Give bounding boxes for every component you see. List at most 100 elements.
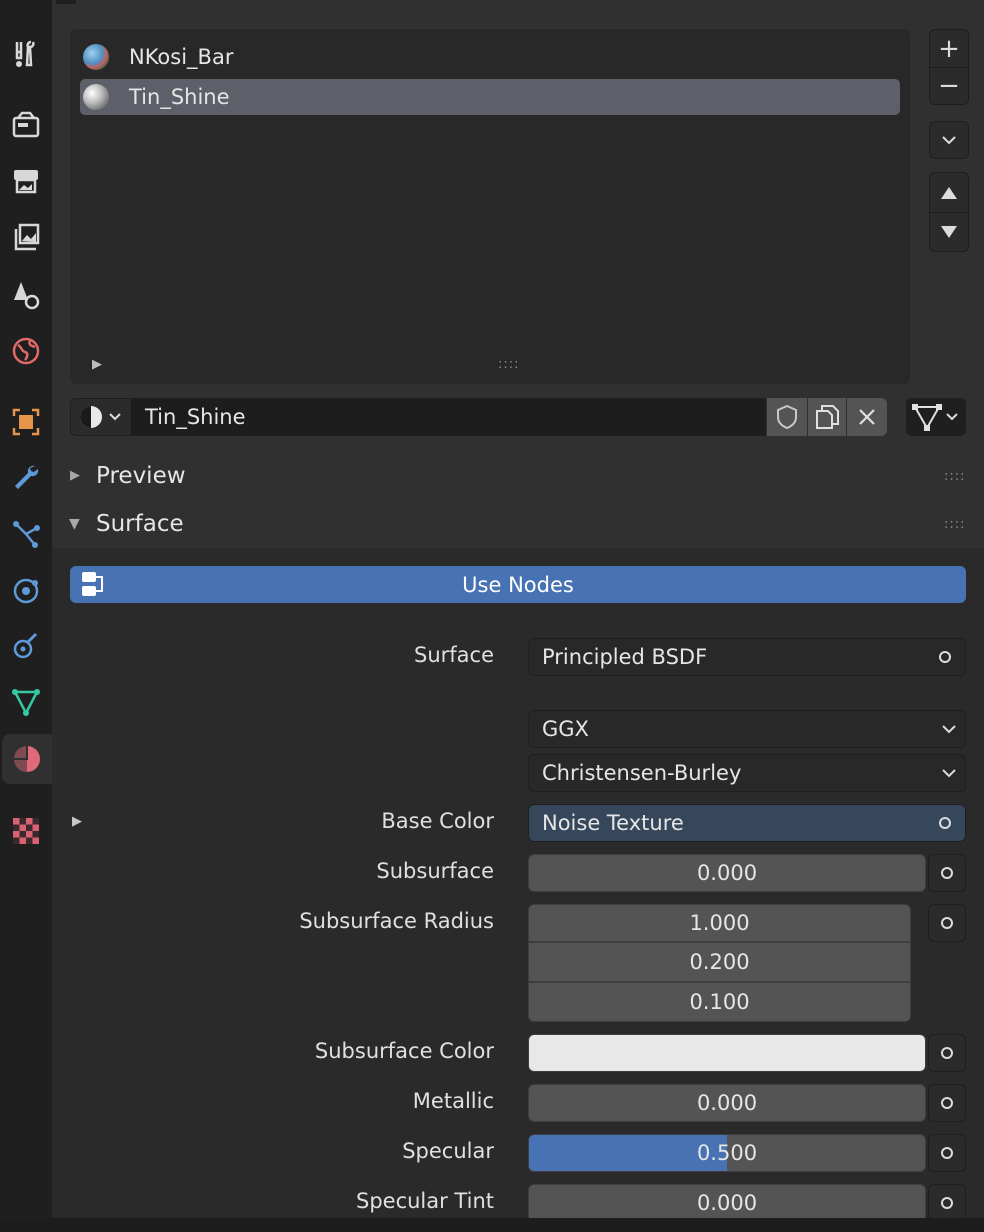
specular-slider[interactable]: 0.500 — [528, 1134, 926, 1172]
subsurface-radius-z[interactable]: 0.100 — [528, 982, 911, 1022]
image-stack-icon — [14, 223, 40, 251]
tool-tab[interactable] — [0, 30, 52, 80]
scene-tab[interactable] — [0, 270, 52, 320]
globe-material-icon — [83, 44, 109, 70]
subsurface-color-socket-button[interactable] — [928, 1034, 966, 1072]
surface-collapse-icon[interactable]: ▼ — [69, 516, 80, 532]
unlink-material-button[interactable] — [847, 398, 887, 436]
surface-label: Surface — [413, 643, 494, 667]
subsurface-value: 0.000 — [696, 861, 758, 885]
subsurface-label: Subsurface — [376, 859, 494, 883]
list-item[interactable]: NKosi_Bar — [80, 39, 900, 75]
world-globe-icon — [12, 337, 40, 365]
modifier-tab[interactable] — [0, 453, 52, 503]
grey-sphere-material-icon — [83, 84, 109, 110]
resize-grip-icon[interactable]: :::: — [498, 357, 520, 372]
distribution-value: GGX — [542, 717, 589, 741]
metallic-socket-button[interactable] — [928, 1084, 966, 1122]
surface-header-bar — [52, 502, 984, 548]
socket-icon — [941, 1097, 953, 1109]
material-name-text: Tin_Shine — [145, 405, 246, 429]
base-color-link-field[interactable]: Noise Texture — [528, 804, 966, 842]
duplicate-icon — [816, 405, 839, 429]
triangle-up-icon — [941, 186, 957, 199]
data-tab[interactable] — [0, 677, 52, 727]
subsurface-color-swatch[interactable] — [528, 1034, 926, 1072]
subsurface-slider[interactable]: 0.000 — [528, 854, 926, 892]
object-square-icon — [12, 408, 40, 436]
metallic-slider[interactable]: 0.000 — [528, 1084, 926, 1122]
particles-tab[interactable] — [0, 509, 52, 559]
specular-socket-button[interactable] — [928, 1134, 966, 1172]
chevron-down-icon — [942, 725, 956, 734]
view-layer-tab[interactable] — [0, 212, 52, 262]
base-color-value: Noise Texture — [542, 811, 684, 835]
camera-back-icon — [12, 111, 40, 138]
subsurface-socket-button[interactable] — [928, 854, 966, 892]
world-tab[interactable] — [0, 326, 52, 376]
material-slot-list[interactable]: NKosi_Bar Tin_Shine ▶ :::: — [70, 29, 910, 384]
specials-menu-button[interactable] — [929, 121, 969, 159]
panel-grip-icon[interactable]: :::: — [944, 517, 966, 532]
shield-icon — [777, 404, 797, 430]
subsurface-radius-x[interactable]: 1.000 — [528, 904, 911, 942]
subsurface-color-label: Subsurface Color — [314, 1039, 494, 1063]
preview-expand-icon[interactable]: ▶ — [70, 468, 80, 483]
socket-icon — [939, 651, 951, 663]
radius-z-value: 0.100 — [689, 990, 750, 1014]
mesh-link-icon — [912, 404, 958, 431]
browse-material-button[interactable] — [70, 398, 132, 436]
physics-tab[interactable] — [0, 565, 52, 615]
move-up-button[interactable] — [940, 174, 958, 212]
subsurface-radius-y[interactable]: 0.200 — [528, 942, 911, 982]
panel-grip-icon[interactable]: :::: — [944, 469, 966, 484]
base-color-expand-icon[interactable]: ▶ — [72, 814, 82, 829]
node-tree-icon — [82, 572, 103, 596]
socket-icon — [941, 1147, 953, 1159]
radius-y-value: 0.200 — [689, 950, 750, 974]
particles-icon — [13, 521, 40, 548]
properties-tab-column — [0, 0, 52, 1232]
distribution-dropdown[interactable]: GGX — [528, 710, 966, 748]
list-item-selected[interactable]: Tin_Shine — [80, 79, 900, 115]
scene-cone-sphere-icon — [14, 282, 40, 310]
use-nodes-button[interactable]: Use Nodes — [70, 566, 966, 603]
duplicate-material-button[interactable] — [808, 398, 846, 436]
expand-filter-icon[interactable]: ▶ — [92, 357, 102, 372]
fake-user-button[interactable] — [767, 398, 807, 436]
material-name-field[interactable]: Tin_Shine — [132, 398, 766, 436]
texture-tab[interactable] — [0, 806, 52, 856]
object-tab[interactable] — [0, 397, 52, 447]
surface-panel-header[interactable]: Surface — [96, 511, 184, 537]
use-nodes-label: Use Nodes — [462, 572, 574, 597]
remove-slot-button[interactable]: − — [938, 68, 960, 104]
constraints-tab[interactable] — [0, 621, 52, 671]
socket-icon — [941, 1047, 953, 1059]
socket-icon — [941, 867, 953, 879]
checker-texture-icon — [13, 818, 39, 844]
header-edge — [56, 0, 76, 4]
radius-x-value: 1.000 — [689, 911, 750, 935]
chevron-down-icon — [942, 769, 956, 778]
preview-panel-header[interactable]: Preview — [96, 463, 186, 489]
socket-icon — [939, 817, 951, 829]
specular-label: Specular — [402, 1139, 494, 1163]
material-tab[interactable] — [2, 734, 52, 784]
output-tab[interactable] — [0, 156, 52, 206]
add-slot-button[interactable]: + — [938, 31, 960, 67]
link-type-menu[interactable] — [906, 398, 966, 436]
subsurface-method-dropdown[interactable]: Christensen-Burley — [528, 754, 966, 792]
move-down-button[interactable] — [940, 213, 958, 251]
socket-icon — [941, 1197, 953, 1209]
subsurface-radius-socket-button[interactable] — [928, 904, 966, 942]
render-tab[interactable] — [0, 100, 52, 150]
specular-tint-slider[interactable]: 0.000 — [528, 1184, 926, 1222]
slot-label: Tin_Shine — [129, 85, 230, 109]
material-sphere-icon — [14, 746, 40, 772]
wrench-icon — [15, 465, 39, 489]
close-icon — [859, 409, 875, 425]
specular-tint-socket-button[interactable] — [928, 1184, 966, 1222]
subsurface-radius-label: Subsurface Radius — [299, 909, 494, 933]
specular-tint-value: 0.000 — [696, 1191, 758, 1215]
surface-shader-field[interactable]: Principled BSDF — [528, 638, 966, 676]
